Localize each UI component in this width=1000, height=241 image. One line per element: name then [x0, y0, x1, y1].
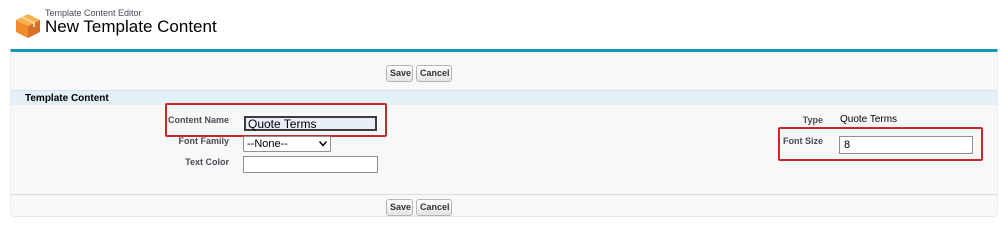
text-color-field[interactable]: [243, 156, 378, 173]
edit-panel: Save Cancel Template Content Content Nam…: [10, 49, 998, 217]
font-family-select[interactable]: --None--: [243, 136, 331, 152]
type-value: Quote Terms: [840, 114, 898, 125]
save-button-bottom[interactable]: Save: [386, 199, 413, 216]
font-family-value: --None--: [247, 138, 288, 150]
save-button[interactable]: Save: [386, 65, 413, 82]
cancel-button-bottom[interactable]: Cancel: [416, 199, 452, 216]
text-color-label: Text Color: [185, 157, 229, 167]
page-title: New Template Content: [45, 17, 217, 36]
type-label: Type: [802, 115, 823, 125]
content-name-label: Content Name: [167, 115, 229, 125]
cube-icon: [16, 14, 40, 38]
cancel-button[interactable]: Cancel: [416, 65, 452, 82]
font-family-label: Font Family: [178, 136, 229, 146]
chevron-down-icon: [319, 141, 327, 147]
content-name-field[interactable]: Quote Terms: [244, 116, 377, 131]
bottom-button-row: Save Cancel: [11, 194, 997, 225]
font-size-field[interactable]: [839, 136, 973, 154]
font-size-label: Font Size: [783, 136, 823, 146]
top-button-row: Save Cancel: [11, 58, 997, 88]
page-header: Template Content Editor New Template Con…: [0, 0, 1000, 48]
section-header: Template Content: [11, 90, 997, 105]
